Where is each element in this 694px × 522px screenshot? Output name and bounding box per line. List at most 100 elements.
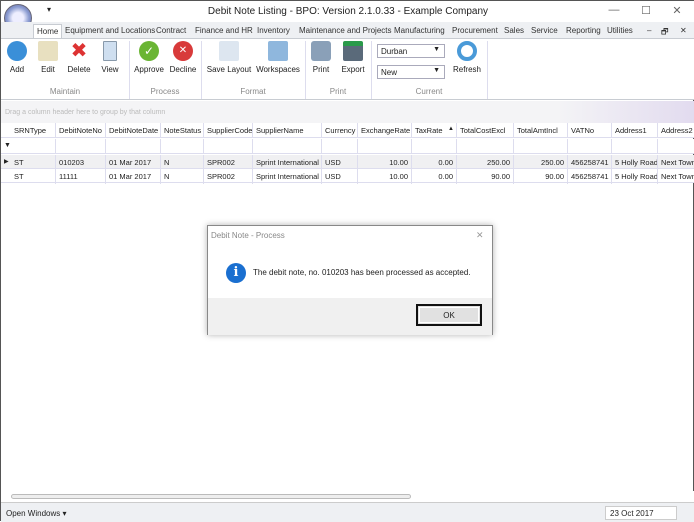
filter-cell[interactable] (612, 139, 658, 154)
filter-cell[interactable] (457, 139, 514, 154)
table-cell: 456258741 (568, 169, 612, 184)
column-header-suppliername[interactable]: SupplierName (253, 123, 322, 138)
add-button[interactable]: Add (5, 41, 29, 74)
filter-cell[interactable] (56, 139, 106, 154)
column-header-debitnotedate[interactable]: DebitNoteDate (106, 123, 161, 138)
chevron-down-icon: ▼ (433, 67, 440, 74)
filter-cell[interactable] (412, 139, 457, 154)
filter-cell[interactable] (253, 139, 322, 154)
dialog-footer: OK (208, 298, 492, 335)
group-format: Format (240, 87, 266, 96)
tab-home[interactable]: Home (33, 24, 63, 38)
refresh-icon (457, 41, 477, 61)
column-header-srntype[interactable]: SRNType (11, 123, 56, 138)
column-header-notestatus[interactable]: NoteStatus (161, 123, 204, 138)
mdi-close-button[interactable]: ✕ (677, 24, 690, 38)
column-header-address2[interactable]: Address2 (658, 123, 694, 138)
table-row[interactable]: ST 11111 01 Mar 2017 N SPR002 Sprint Internat… (1, 169, 694, 184)
decline-button[interactable]: ✕ Decline (169, 41, 197, 74)
delete-label: Delete (67, 65, 91, 74)
save-layout-button[interactable]: Save Layout (206, 41, 252, 74)
ok-button[interactable]: OK (416, 304, 482, 326)
table-cell: 250.00 (514, 155, 568, 170)
column-header-totalcostexcl[interactable]: TotalCostExcl (457, 123, 514, 138)
pencil-icon (38, 41, 58, 61)
scrollbar-thumb[interactable] (11, 494, 411, 499)
refresh-button[interactable]: Refresh (451, 41, 483, 74)
filter-cell[interactable] (106, 139, 161, 154)
column-header-exchangerate[interactable]: ExchangeRate (358, 123, 412, 138)
horizontal-scrollbar[interactable] (1, 491, 694, 502)
site-value: Durban (381, 47, 408, 56)
window-title: Debit Note Listing - BPO: Version 2.1.0.… (207, 6, 489, 17)
status-combo[interactable]: New ▼ (377, 65, 445, 79)
workspaces-button[interactable]: Workspaces (256, 41, 300, 74)
tab-service[interactable]: Service (528, 24, 561, 38)
date-field[interactable]: 23 Oct 2017 (605, 506, 677, 520)
dialog-close-button[interactable]: ✕ (476, 230, 484, 241)
table-cell: 01 Mar 2017 (106, 155, 161, 170)
save-layout-label: Save Layout (206, 65, 252, 74)
workspaces-icon (268, 41, 288, 61)
tab-procurement[interactable]: Procurement (449, 24, 501, 38)
column-header-vatno[interactable]: VATNo (568, 123, 612, 138)
tab-finance-and-hr[interactable]: Finance and HR (192, 24, 256, 38)
table-cell: 11111 (56, 169, 106, 184)
tab-manufacturing[interactable]: Manufacturing (391, 24, 448, 38)
sort-ascending-icon[interactable]: ▲ (448, 126, 454, 132)
table-cell: 90.00 (457, 169, 514, 184)
info-icon: i (226, 263, 246, 283)
filter-cell[interactable] (11, 139, 56, 154)
close-button[interactable]: ✕ (667, 4, 687, 17)
filter-cell[interactable] (568, 139, 612, 154)
tab-reporting[interactable]: Reporting (563, 24, 604, 38)
tab-contract[interactable]: Contract (153, 24, 189, 38)
approve-button[interactable]: ✓ Approve (133, 41, 165, 74)
column-header-currency[interactable]: Currency (322, 123, 358, 138)
filter-cell[interactable] (204, 139, 253, 154)
mdi-minimize-button[interactable]: – (644, 24, 654, 38)
column-header-debitnoteno[interactable]: DebitNoteNo (56, 123, 106, 138)
table-row[interactable]: ▶ ST 010203 01 Mar 2017 N SPR002 Sprint Intern… (1, 155, 694, 170)
edit-button[interactable]: Edit (36, 41, 60, 74)
filter-icon[interactable]: ▼ (4, 142, 11, 149)
site-combo[interactable]: Durban ▼ (377, 44, 445, 58)
view-button[interactable]: View (98, 41, 122, 74)
group-process: Process (150, 87, 180, 96)
table-cell: Next Town (658, 155, 694, 170)
filter-cell[interactable] (658, 139, 694, 154)
table-cell: Sprint International (253, 169, 322, 184)
table-cell: 10.00 (358, 169, 412, 184)
table-cell: ST (11, 155, 56, 170)
delete-button[interactable]: ✖ Delete (65, 41, 93, 74)
filter-row[interactable]: ▼ (1, 139, 694, 154)
tab-equipment-and-locations[interactable]: Equipment and Locations (62, 24, 158, 38)
column-header-suppliercode[interactable]: SupplierCode (204, 123, 253, 138)
export-label: Export (341, 65, 365, 74)
header-row[interactable]: SRNType DebitNoteNo DebitNoteDate NoteStatu… (1, 123, 694, 138)
ribbon: Add Edit ✖ Delete View Maintain ✓ Approve … (1, 38, 694, 100)
maximize-button[interactable]: ☐ (636, 4, 656, 17)
export-button[interactable]: Export (339, 41, 367, 74)
column-header-address1[interactable]: Address1 (612, 123, 658, 138)
table-cell: 5 Holly Road (612, 169, 658, 184)
filter-cell[interactable] (161, 139, 204, 154)
group-by-panel[interactable]: Drag a column header here to group by th… (1, 101, 694, 123)
status-value: New (381, 68, 398, 77)
mdi-restore-button[interactable]: 🗗 (658, 24, 672, 38)
print-button[interactable]: Print (309, 41, 333, 74)
table-cell: USD (322, 169, 358, 184)
tab-utilities[interactable]: Utilities (604, 24, 636, 38)
tab-maintenance-and-projects[interactable]: Maintenance and Projects (296, 24, 395, 38)
minimize-button[interactable]: — (604, 4, 624, 16)
column-header-totalamtincl[interactable]: TotalAmtIncl (514, 123, 568, 138)
workspaces-label: Workspaces (256, 65, 300, 74)
filter-cell[interactable] (322, 139, 358, 154)
filter-cell[interactable] (358, 139, 412, 154)
filter-cell[interactable] (514, 139, 568, 154)
table-cell: 90.00 (514, 169, 568, 184)
open-windows-button[interactable]: Open Windows ▾ (6, 509, 66, 518)
tab-sales[interactable]: Sales (501, 24, 527, 38)
process-dialog: Debit Note - Process ✕ i The debit note,… (207, 225, 493, 335)
tab-inventory[interactable]: Inventory (254, 24, 293, 38)
